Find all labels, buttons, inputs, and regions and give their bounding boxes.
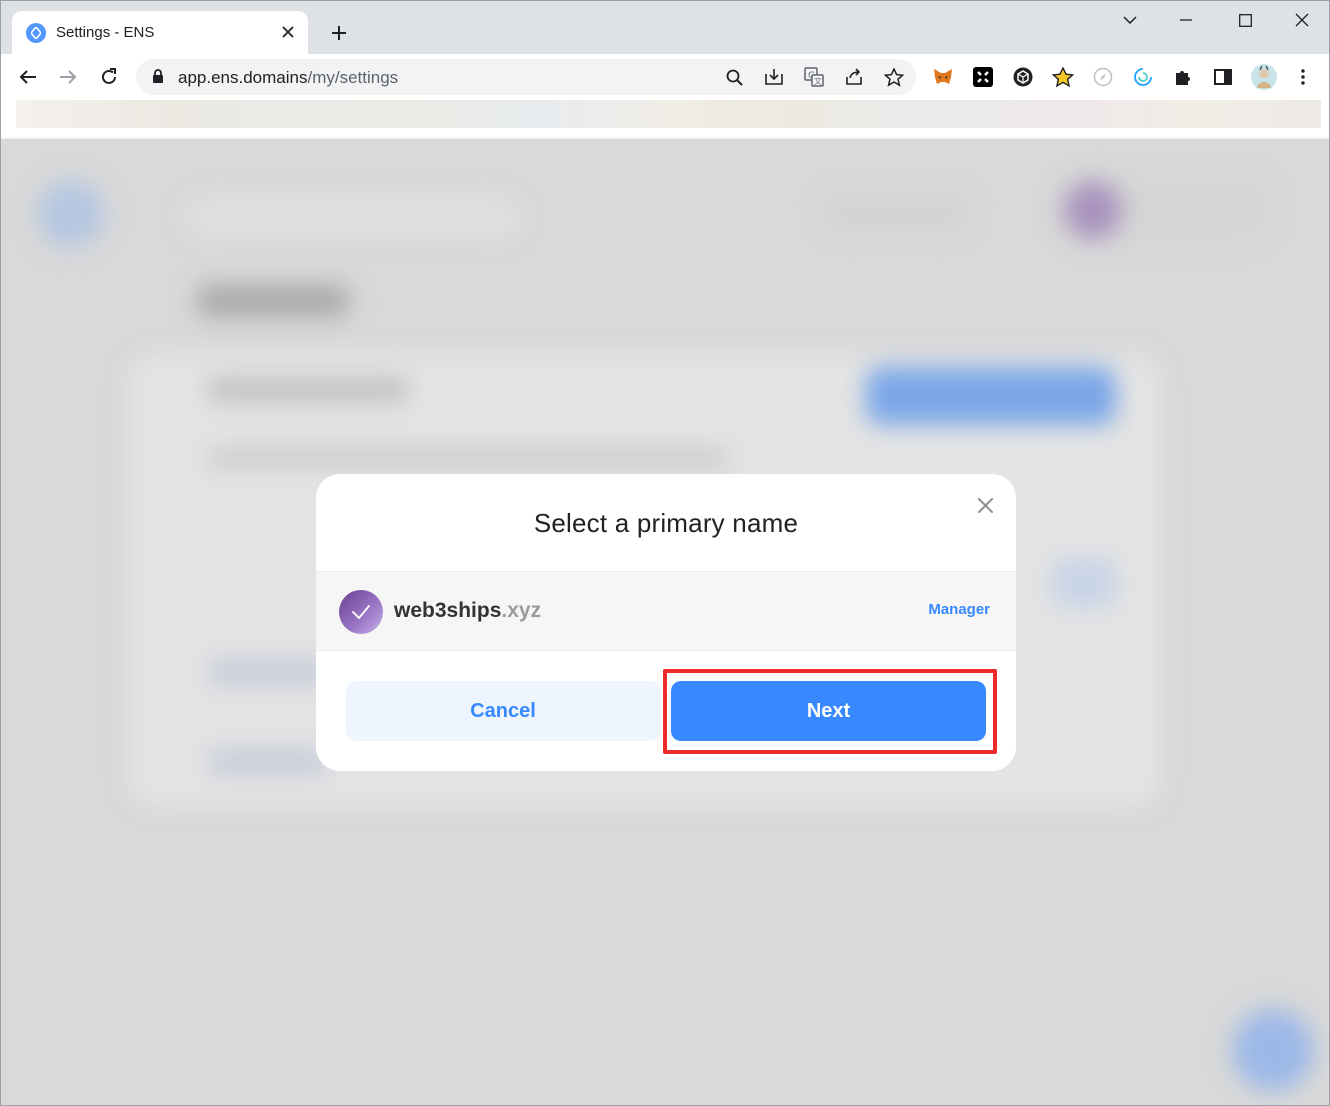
- forward-icon[interactable]: [53, 63, 83, 91]
- dialog-title: Select a primary name: [533, 508, 799, 538]
- bookmark-star-icon[interactable]: [882, 66, 906, 88]
- site-card-button: [866, 367, 1116, 425]
- site-card-badge: [1052, 559, 1116, 607]
- lock-icon[interactable]: [152, 69, 164, 89]
- site-logo: [38, 181, 104, 247]
- maximize-icon[interactable]: [1225, 8, 1265, 32]
- share-icon[interactable]: [842, 66, 866, 88]
- url-text[interactable]: app.ens.domains/my/settings: [178, 68, 398, 88]
- translate-icon[interactable]: G文: [802, 66, 826, 88]
- new-tab-icon[interactable]: [326, 20, 352, 46]
- zoom-icon[interactable]: [722, 66, 746, 88]
- address-bar[interactable]: app.ens.domains/my/settings G文: [136, 59, 916, 95]
- puzzle-icon[interactable]: [1171, 66, 1195, 88]
- checkmark-icon: [352, 605, 370, 619]
- close-icon[interactable]: [974, 494, 996, 516]
- site-card-link: [208, 659, 328, 685]
- name-avatar: [339, 590, 383, 634]
- extension-icon[interactable]: [971, 66, 995, 88]
- side-panel-icon[interactable]: [1211, 66, 1235, 88]
- site-search: [188, 199, 518, 235]
- site-card-title: [208, 379, 408, 401]
- browser-tab[interactable]: Settings - ENS: [12, 11, 308, 54]
- browser-toolbar: app.ens.domains/my/settings G文: [0, 54, 1330, 100]
- cancel-button[interactable]: Cancel: [346, 681, 660, 741]
- site-nav: [826, 197, 966, 229]
- site-card-text: [208, 449, 728, 467]
- name-option-row[interactable]: web3ships.xyz Manager: [316, 571, 1016, 651]
- tab-strip: Settings - ENS: [0, 0, 1330, 54]
- kebab-menu-icon[interactable]: [1291, 66, 1315, 88]
- tab-close-icon[interactable]: [278, 22, 298, 42]
- minimize-icon[interactable]: [1166, 8, 1206, 32]
- site-profile-avatar: [1064, 181, 1122, 239]
- tab-search-chevron-icon[interactable]: [1110, 8, 1150, 32]
- role-tag: Manager: [928, 601, 990, 618]
- svg-text:文: 文: [814, 76, 822, 86]
- window-close-icon[interactable]: [1282, 8, 1322, 32]
- name-label: web3ships.xyz: [394, 599, 542, 622]
- back-icon[interactable]: [13, 63, 43, 91]
- compass-icon[interactable]: [1091, 66, 1115, 88]
- tab-title: Settings - ENS: [56, 24, 155, 41]
- site-heading: [198, 285, 348, 317]
- metamask-icon[interactable]: [931, 66, 955, 88]
- reload-icon[interactable]: [94, 63, 124, 91]
- install-icon[interactable]: [762, 66, 786, 88]
- bookmarks-bar: [16, 100, 1321, 128]
- star-extension-icon[interactable]: [1051, 66, 1075, 88]
- ens-favicon-icon: [26, 22, 46, 43]
- site-help-button: [1232, 1009, 1314, 1091]
- extension-icon[interactable]: [1011, 66, 1035, 88]
- site-card-link: [208, 749, 328, 775]
- profile-avatar[interactable]: [1250, 63, 1278, 91]
- next-button-highlight: [663, 669, 997, 754]
- swirl-icon[interactable]: [1131, 66, 1155, 88]
